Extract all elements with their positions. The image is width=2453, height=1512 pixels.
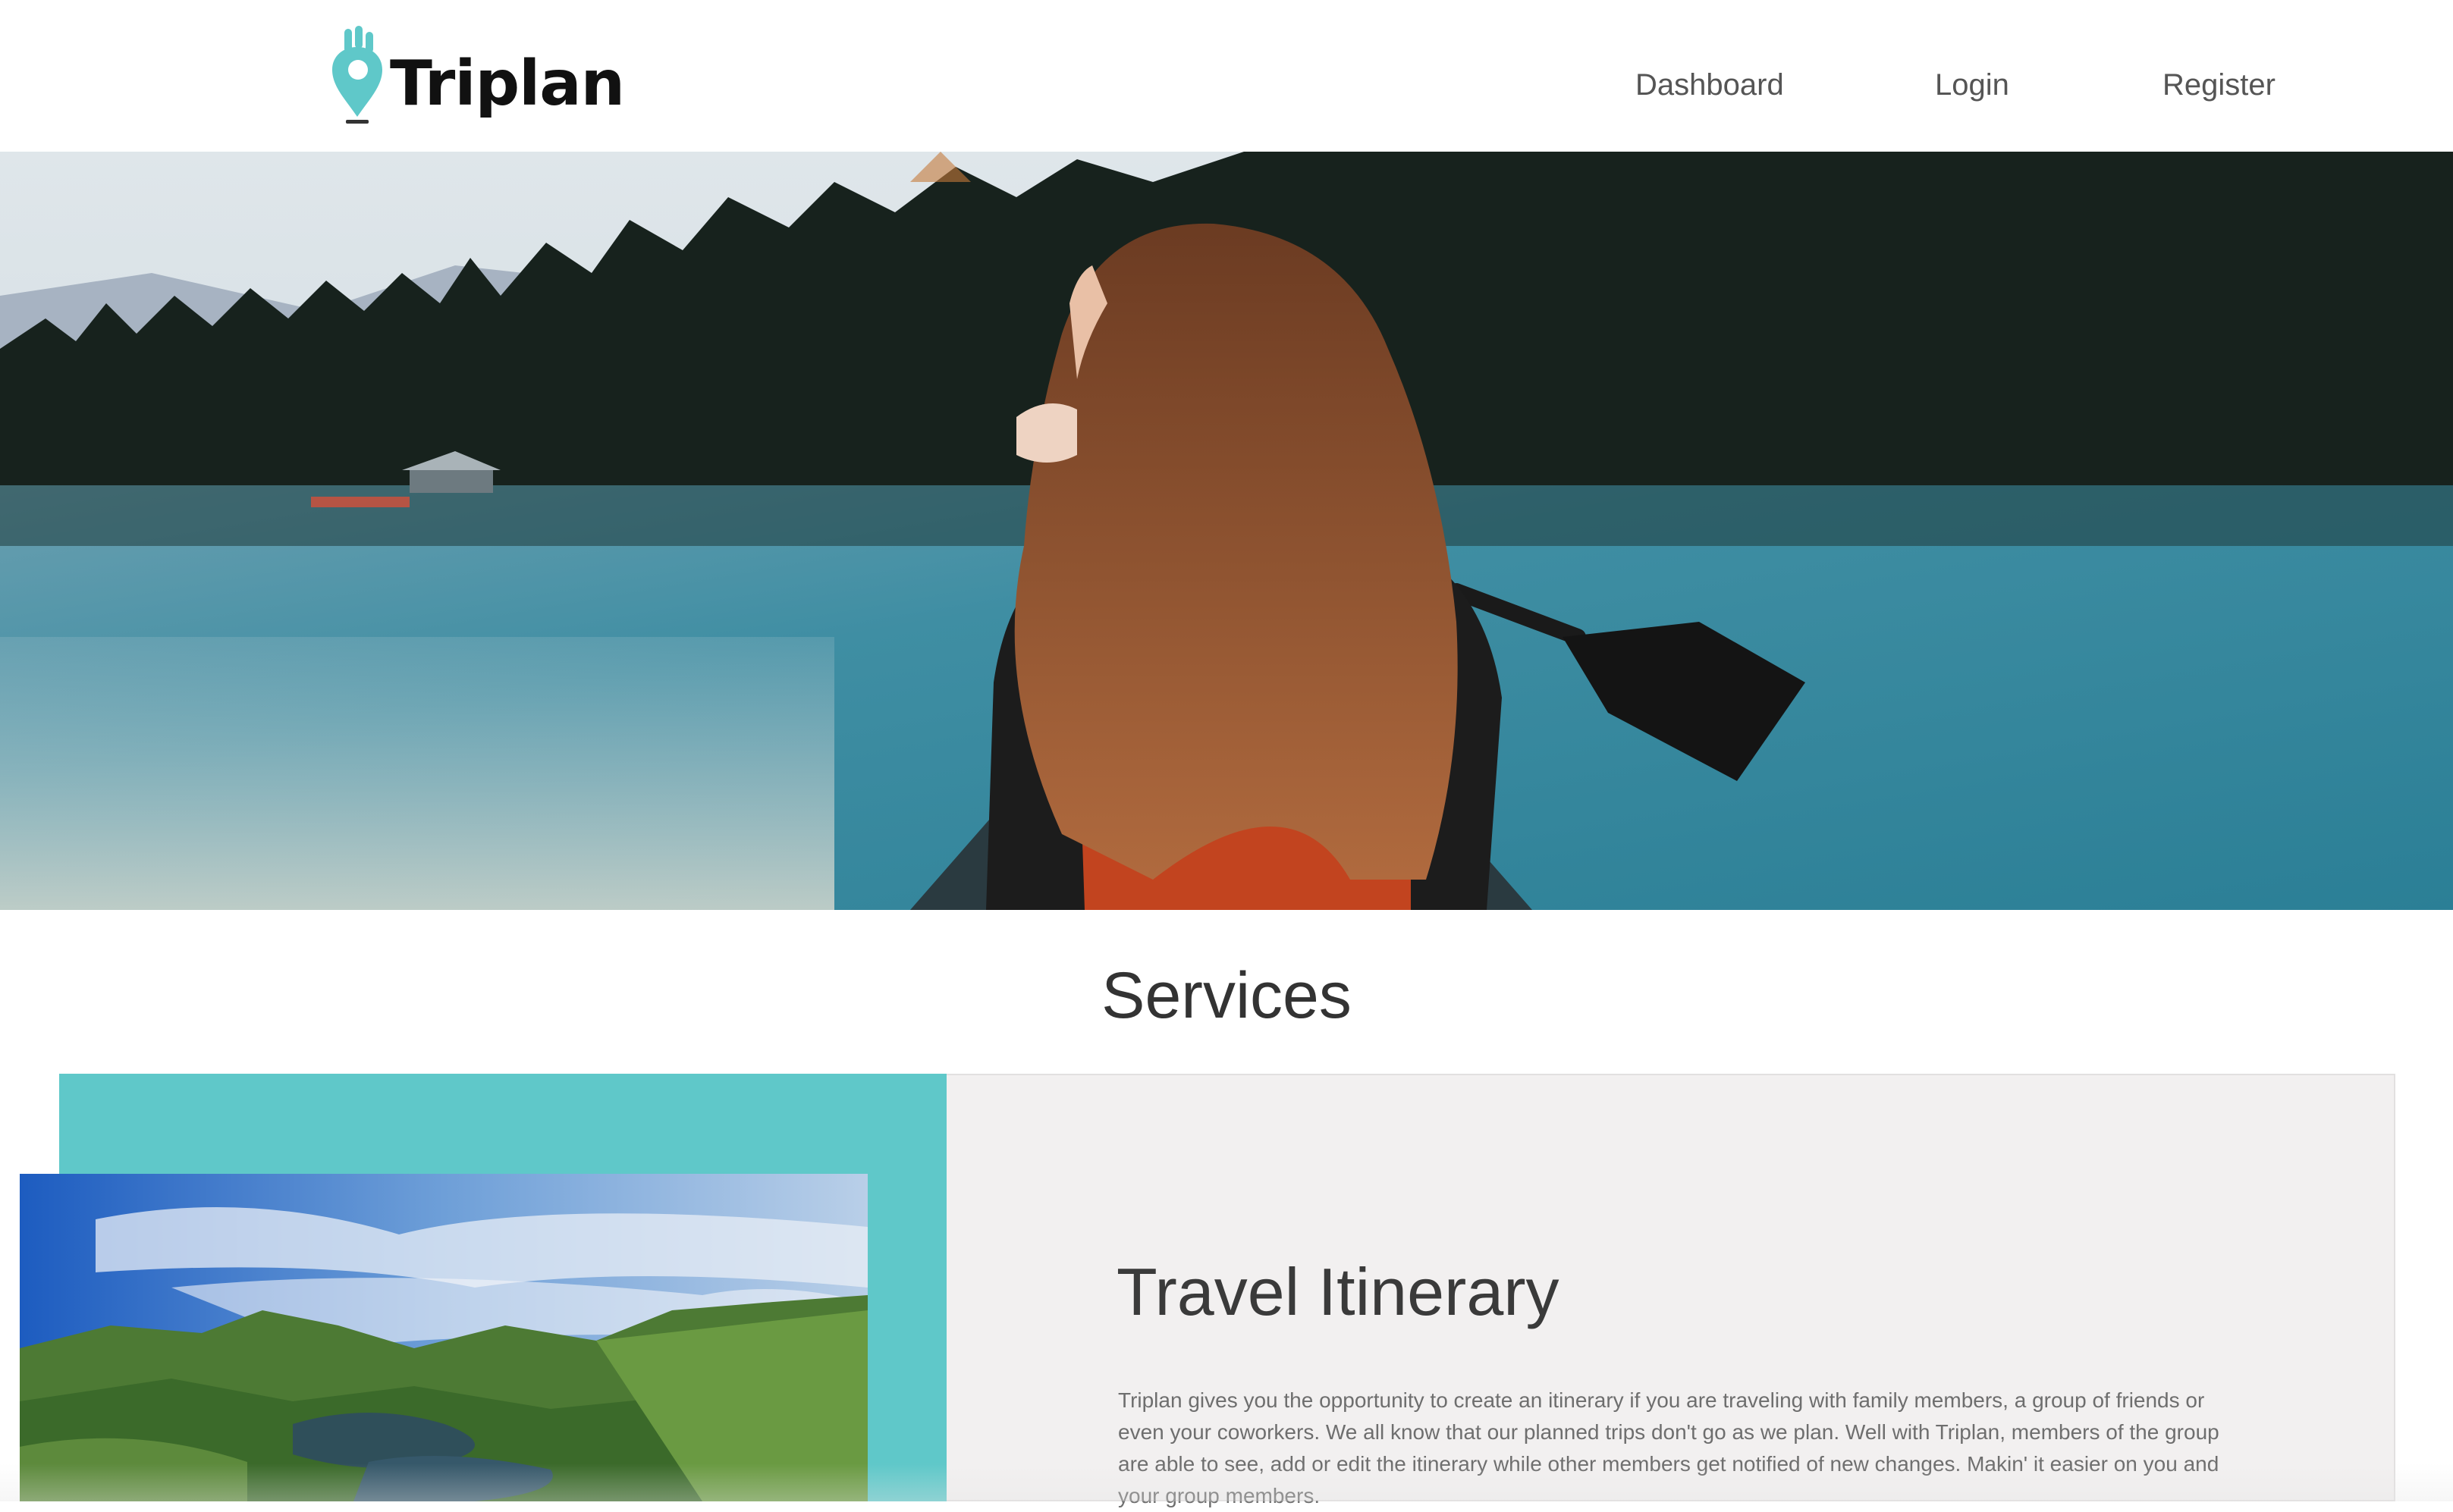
nav-register[interactable]: Register <box>2162 70 2276 100</box>
service-card-title: Travel Itinerary <box>1117 1254 1559 1329</box>
nav-dashboard[interactable]: Dashboard <box>1635 70 1784 100</box>
mountain-lake-illustration <box>20 1174 868 1501</box>
location-pin-hand-icon <box>332 26 382 124</box>
logo[interactable]: Triplan <box>328 26 625 124</box>
nav-login[interactable]: Login <box>1935 70 2009 100</box>
services-heading: Services <box>1101 959 1352 1032</box>
lake-canoe-illustration <box>0 152 2453 910</box>
service-image <box>20 1174 868 1501</box>
service-card-description: Triplan gives you the opportunity to cre… <box>1118 1388 2219 1507</box>
hero-image <box>0 152 2453 910</box>
site-header: Triplan Dashboard Login Register <box>0 0 2453 152</box>
logo-text: Triplan <box>390 48 625 120</box>
